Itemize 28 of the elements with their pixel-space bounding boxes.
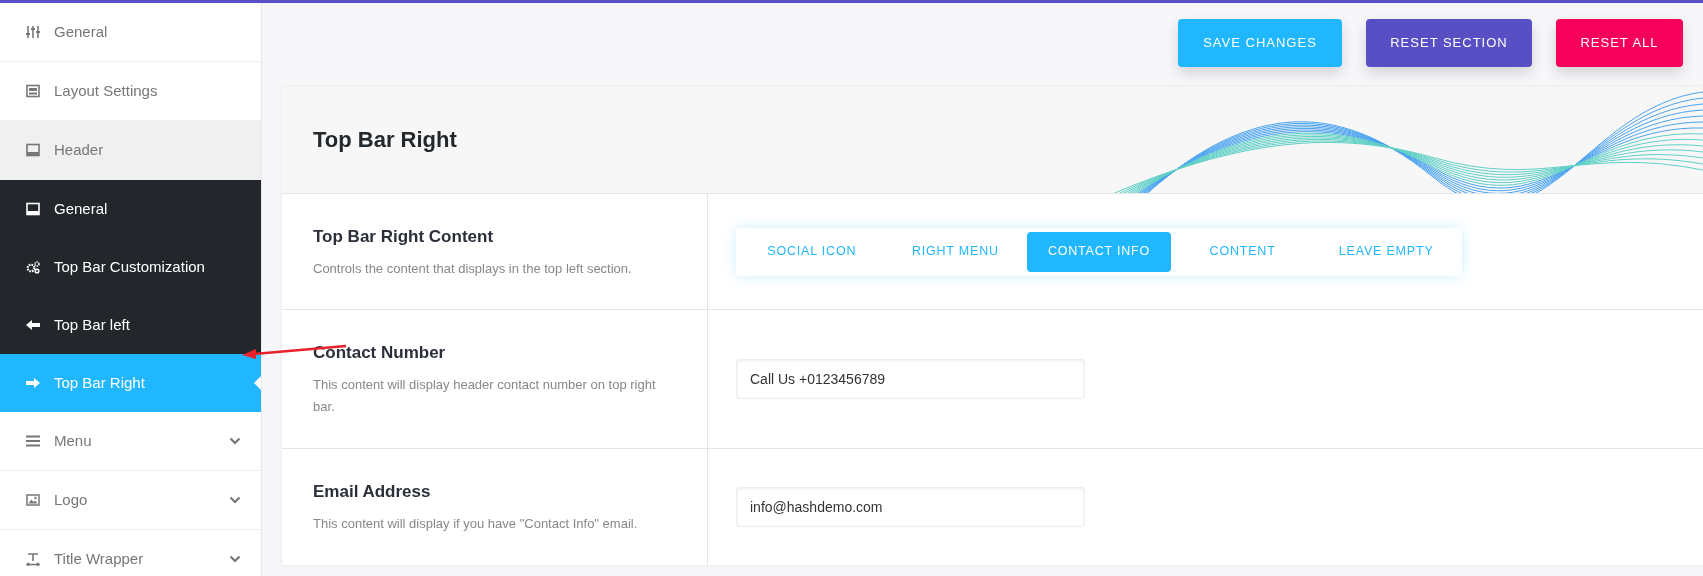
arrow-right-icon — [26, 376, 40, 390]
sidebar-item[interactable]: Header — [0, 121, 261, 180]
sidebar-item[interactable]: Top Bar Customization — [0, 238, 261, 296]
sidebar-item[interactable]: General — [0, 180, 261, 238]
setting-description: Controls the content that displays in the top left section. — [313, 259, 633, 278]
layout-icon — [26, 84, 40, 98]
chevron-down-icon — [229, 437, 241, 445]
gears-icon — [26, 260, 40, 274]
input-field[interactable]: info@hashdemo.com — [736, 487, 1085, 527]
sidebar-item[interactable]: Top Bar left — [0, 296, 261, 354]
chevron-down-icon — [229, 555, 241, 563]
reset-all-button[interactable]: RESET ALL — [1556, 19, 1683, 67]
setting-label: Top Bar Right Content — [313, 226, 495, 248]
input-field[interactable]: Call Us +0123456789 — [736, 359, 1085, 399]
image-icon — [26, 493, 40, 507]
sliders-icon — [26, 25, 40, 39]
monitor-icon — [26, 202, 40, 216]
monitor-icon — [26, 143, 40, 157]
setting-description: This content will display header contact number on top right bar. — [313, 375, 657, 417]
arrow-left-icon — [26, 318, 40, 332]
setting-label: Email Address — [313, 481, 432, 503]
setting-description: This content will display if you have "Contact Info" email. — [313, 514, 639, 533]
setting-label: Contact Number — [313, 342, 447, 364]
text-height-icon — [26, 552, 40, 566]
panel-title: Top Bar Right — [313, 126, 457, 154]
reset-section-button[interactable]: RESET SECTION — [1366, 19, 1532, 67]
chevron-down-icon — [229, 496, 241, 504]
menu-icon — [26, 434, 40, 448]
